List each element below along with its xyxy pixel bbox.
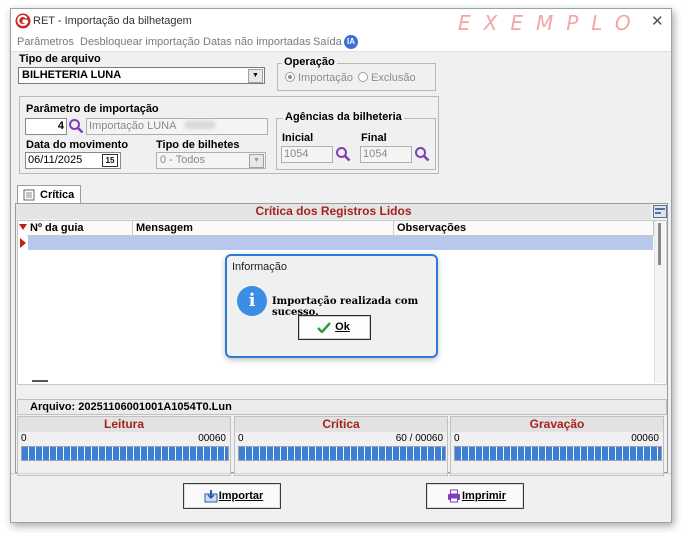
tab-critica[interactable]: Crítica: [17, 185, 81, 205]
progress-critica-start: 0: [238, 433, 244, 444]
check-icon: [317, 322, 331, 333]
import-icon: [204, 490, 218, 503]
data-movimento-value: 06/11/2025: [28, 154, 83, 166]
data-movimento-input[interactable]: 06/11/2025 15: [25, 152, 121, 169]
agencias-label: Agências da bilheteria: [283, 111, 404, 123]
arquivo-bar: Arquivo: 20251106001001A1054T0.Lun: [17, 399, 667, 415]
window-title: RET - Importação da bilhetagem: [33, 15, 192, 27]
final-label: Final: [361, 132, 387, 144]
progress-critica-count: 60 / 00060: [395, 433, 443, 444]
menu-parametros[interactable]: Parâmetros: [17, 36, 74, 48]
progress-critica: Crítica 0 60 / 00060: [234, 416, 448, 476]
progress-critica-bar: [238, 446, 446, 461]
menu-datas-nao-importadas[interactable]: Datas não importadas: [203, 36, 311, 48]
tipo-arquivo-select[interactable]: BILHETERIA LUNA ▼: [18, 67, 265, 84]
tipo-arquivo-value: BILHETERIA LUNA: [22, 69, 122, 81]
radio-importacao[interactable]: Importação: [285, 72, 353, 84]
ok-label: Ok: [335, 321, 350, 333]
progress-fill: [455, 447, 661, 460]
vertical-scrollbar[interactable]: [654, 221, 665, 383]
parametro-group: Parâmetro de importação 4 Importação LUN…: [19, 96, 439, 174]
ok-button[interactable]: Ok: [298, 315, 371, 340]
progress-critica-title: Crítica: [235, 417, 447, 432]
progress-leitura-count: 00060: [198, 433, 226, 444]
progress-gravacao-title: Gravação: [451, 417, 663, 432]
tipo-bilhetes-label: Tipo de bilhetes: [156, 139, 240, 151]
menu-bar: Parâmetros Desbloquear importação Datas …: [11, 33, 671, 52]
tab-critica-label: Crítica: [40, 189, 75, 201]
header-indicator-icon: [19, 224, 27, 230]
arquivo-label: Arquivo:: [30, 401, 76, 413]
column-header-observacoes[interactable]: Observações: [394, 221, 654, 236]
radio-dot-icon: [358, 72, 368, 82]
radio-dot-selected-icon: [285, 72, 295, 82]
menu-desbloquear-importacao[interactable]: Desbloquear importação: [80, 36, 200, 48]
column-header-mensagem[interactable]: Mensagem: [133, 221, 394, 236]
parametro-descricao-value: Importação LUNA: [89, 120, 176, 132]
arquivo-value: 20251106001001A1054T0.Lun: [78, 401, 232, 413]
row-pointer-icon: [20, 238, 26, 248]
horizontal-scroll-thumb[interactable]: [32, 380, 48, 382]
operacao-label: Operação: [282, 56, 337, 68]
parametro-codigo-input[interactable]: 4: [25, 118, 67, 135]
progress-gravacao: Gravação 0 00060: [450, 416, 664, 476]
menu-saida[interactable]: Saída: [313, 36, 342, 48]
dialog-title: Informação: [232, 261, 288, 273]
operacao-group: Operação Importação Exclusão: [277, 56, 436, 91]
ia-badge-icon[interactable]: IA: [344, 35, 358, 49]
printer-icon: [448, 489, 460, 503]
importar-button[interactable]: Importar: [183, 483, 281, 509]
progress-leitura: Leitura 0 00060: [17, 416, 231, 476]
grid-title: Crítica dos Registros Lidos: [16, 204, 651, 219]
blurred-text: [184, 121, 215, 129]
app-logo-icon: [15, 13, 31, 29]
progress-gravacao-start: 0: [454, 433, 460, 444]
progress-leitura-bar: [21, 446, 229, 461]
notepad-icon: [23, 189, 35, 201]
parametro-label: Parâmetro de importação: [26, 103, 159, 115]
progress-gravacao-count: 00060: [631, 433, 659, 444]
separator: [11, 473, 671, 474]
info-dialog: Informação i Importação realizada com su…: [225, 254, 438, 358]
title-bar: RET - Importação da bilhetagem EXEMPLO ✕: [11, 9, 671, 35]
tipo-bilhetes-value: 0 - Todos: [160, 154, 206, 166]
tipo-bilhetes-select[interactable]: 0 - Todos ▼: [156, 152, 266, 169]
final-input[interactable]: 1054: [360, 146, 412, 163]
info-icon: i: [237, 286, 267, 316]
search-icon[interactable]: [335, 146, 351, 162]
chevron-down-icon[interactable]: ▼: [248, 69, 263, 83]
tipo-arquivo-label: Tipo de arquivo: [19, 53, 101, 65]
search-icon[interactable]: [68, 118, 84, 134]
column-header-guia[interactable]: Nº da guia: [27, 221, 133, 236]
radio-exclusao-label: Exclusão: [371, 72, 416, 84]
progress-leitura-title: Leitura: [18, 417, 230, 432]
calendar-icon[interactable]: 15: [102, 154, 118, 167]
table-row[interactable]: [28, 236, 653, 250]
chevron-down-icon[interactable]: ▼: [249, 154, 264, 168]
close-icon[interactable]: ✕: [651, 12, 664, 30]
inicial-input[interactable]: 1054: [281, 146, 333, 163]
radio-exclusao[interactable]: Exclusão: [358, 72, 416, 84]
importar-label: Importar: [218, 490, 264, 502]
imprimir-label: Imprimir: [461, 490, 506, 502]
agencias-group: Agências da bilheteria Inicial 1054 Fina…: [276, 111, 436, 170]
data-movimento-label: Data do movimento: [26, 139, 129, 151]
search-icon[interactable]: [414, 146, 430, 162]
progress-fill: [22, 447, 228, 460]
scrollbar-thumb[interactable]: [658, 223, 661, 265]
inicial-label: Inicial: [282, 132, 314, 144]
parametro-descricao-field: Importação LUNA: [86, 118, 268, 135]
progress-fill: [239, 447, 445, 460]
export-icon[interactable]: [653, 205, 667, 218]
progress-gravacao-bar: [454, 446, 662, 461]
imprimir-button[interactable]: Imprimir: [426, 483, 524, 509]
watermark: EXEMPLO: [458, 11, 644, 35]
radio-importacao-label: Importação: [298, 72, 354, 84]
progress-leitura-start: 0: [21, 433, 27, 444]
